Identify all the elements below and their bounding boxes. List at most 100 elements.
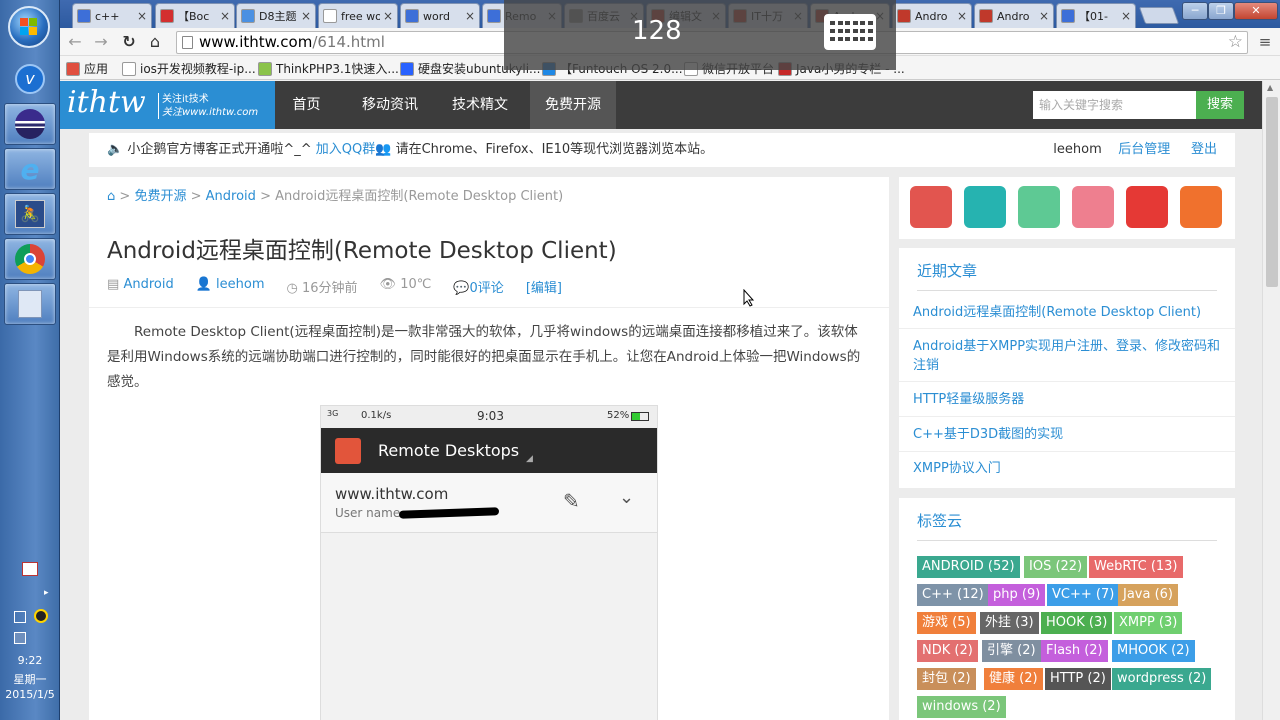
- taskbar-app-calculator[interactable]: [4, 283, 56, 325]
- tag-item[interactable]: HOOK (3): [1041, 612, 1113, 634]
- pinterest-icon[interactable]: [964, 186, 1006, 228]
- taskbar-app-vlite[interactable]: v: [4, 58, 56, 100]
- keyboard-icon[interactable]: [824, 14, 876, 50]
- clock-date[interactable]: 2015/1/5: [0, 688, 60, 701]
- browser-tab[interactable]: Andro ×: [974, 3, 1054, 28]
- home-icon[interactable]: ⌂: [107, 189, 115, 204]
- tab-close-icon[interactable]: ×: [301, 9, 311, 23]
- recent-post-3[interactable]: HTTP轻量级服务器: [913, 390, 1223, 409]
- clock-day[interactable]: 星期一: [0, 671, 60, 687]
- maximize-button[interactable]: ❐: [1208, 2, 1234, 20]
- weibo-icon[interactable]: [910, 186, 952, 228]
- tag-item[interactable]: IOS (22): [1024, 556, 1088, 578]
- clock-time[interactable]: 9:22: [0, 654, 60, 667]
- tag-item[interactable]: XMPP (3): [1114, 612, 1183, 634]
- taskbar-app-ie[interactable]: e: [4, 148, 56, 190]
- recent-post-4[interactable]: C++基于D3D截图的实现: [913, 425, 1223, 444]
- minimize-button[interactable]: ─: [1182, 2, 1208, 20]
- rss-icon[interactable]: [1180, 186, 1222, 228]
- browser-tab[interactable]: word ×: [400, 3, 480, 28]
- tray-keyboard-icon[interactable]: [22, 562, 38, 576]
- bookmark-item[interactable]: 应用: [66, 60, 108, 77]
- tab-favicon-icon: [160, 9, 174, 23]
- tag-item[interactable]: windows (2): [917, 696, 1006, 718]
- nav-home[interactable]: 首页: [275, 81, 338, 129]
- taskbar-app-cycling[interactable]: 🚴: [4, 193, 56, 235]
- tab-close-icon[interactable]: ×: [465, 9, 475, 23]
- search-input[interactable]: 输入关键字搜索: [1033, 91, 1196, 119]
- search-button[interactable]: 搜索: [1196, 91, 1244, 119]
- tab-title: c++: [95, 9, 120, 23]
- new-tab-button[interactable]: [1138, 7, 1180, 24]
- qq-icon[interactable]: [1126, 186, 1168, 228]
- browser-tab[interactable]: 【01- ×: [1056, 3, 1136, 28]
- bookmark-item[interactable]: ThinkPHP3.1快速入...: [258, 60, 399, 77]
- admin-link[interactable]: 后台管理: [1118, 142, 1170, 157]
- forward-icon[interactable]: →: [90, 32, 112, 52]
- site-logo[interactable]: ithtw 关注it技术 关注www.ithtw.com: [60, 81, 275, 129]
- recent-post-5[interactable]: XMPP协议入门: [913, 459, 1223, 478]
- taskbar-app-eclipse[interactable]: [4, 103, 56, 145]
- page-scrollbar[interactable]: ▲: [1262, 81, 1280, 720]
- bookmark-star-icon[interactable]: ☆: [1228, 32, 1243, 53]
- tag-item[interactable]: HTTP (2): [1045, 668, 1111, 690]
- tag-item[interactable]: 健康 (2): [984, 668, 1043, 690]
- tag-item[interactable]: VC++ (7): [1047, 584, 1120, 606]
- tag-item[interactable]: wordpress (2): [1112, 668, 1212, 690]
- browser-tab[interactable]: Andro ×: [892, 3, 972, 28]
- tag-item[interactable]: WebRTC (13): [1089, 556, 1183, 578]
- email-icon[interactable]: [1072, 186, 1114, 228]
- taskbar-app-chrome[interactable]: [4, 238, 56, 280]
- wechat-icon[interactable]: [1018, 186, 1060, 228]
- qq-group-link[interactable]: 加入QQ群: [316, 142, 375, 157]
- reload-icon[interactable]: ↻: [118, 32, 140, 52]
- scroll-thumb[interactable]: [1266, 97, 1278, 287]
- tag-item[interactable]: Flash (2): [1041, 640, 1108, 662]
- tray-network-icon[interactable]: [14, 611, 26, 623]
- close-window-button[interactable]: ✕: [1234, 2, 1278, 20]
- tag-item[interactable]: C++ (12): [917, 584, 989, 606]
- tag-item[interactable]: 引擎 (2): [982, 640, 1041, 662]
- article-author[interactable]: leehom: [216, 277, 264, 292]
- tab-close-icon[interactable]: ×: [1121, 9, 1131, 23]
- logout-link[interactable]: 登出: [1191, 142, 1217, 157]
- tab-close-icon[interactable]: ×: [220, 9, 230, 23]
- phone-time: 9:03: [477, 409, 504, 423]
- tab-close-icon[interactable]: ×: [957, 9, 967, 23]
- breadcrumb-category[interactable]: 免费开源: [134, 189, 186, 204]
- recent-post-2[interactable]: Android基于XMPP实现用户注册、登录、修改密码和注销: [913, 337, 1223, 375]
- bookmark-item[interactable]: ios开发视频教程-ip...: [122, 60, 256, 77]
- home-icon[interactable]: ⌂: [144, 32, 166, 52]
- nav-mobile-news[interactable]: 移动资讯: [355, 81, 425, 129]
- tab-close-icon[interactable]: ×: [137, 9, 147, 23]
- nav-open-source[interactable]: 免费开源: [530, 81, 616, 129]
- breadcrumb-subcategory[interactable]: Android: [206, 189, 256, 204]
- browser-tab[interactable]: free word×: [318, 3, 398, 28]
- tag-item[interactable]: 游戏 (5): [917, 612, 976, 634]
- article-category[interactable]: Android: [123, 277, 173, 292]
- article-comments[interactable]: 0评论: [470, 281, 504, 296]
- browser-tab[interactable]: c++ ×: [72, 3, 152, 28]
- tab-close-icon[interactable]: ×: [383, 9, 393, 23]
- tab-close-icon[interactable]: ×: [1039, 9, 1049, 23]
- tag-item[interactable]: MHOOK (2): [1112, 640, 1195, 662]
- start-button[interactable]: [8, 6, 50, 48]
- tray-display-icon[interactable]: [14, 632, 26, 644]
- recent-post-1[interactable]: Android远程桌面控制(Remote Desktop Client): [913, 303, 1223, 322]
- nav-tech-articles[interactable]: 技术精文: [445, 81, 515, 129]
- tag-item[interactable]: NDK (2): [917, 640, 978, 662]
- tag-item[interactable]: ANDROID (52): [917, 556, 1020, 578]
- tag-item[interactable]: 外挂 (3): [980, 612, 1039, 634]
- tag-item[interactable]: Java (6): [1118, 584, 1179, 606]
- edit-link[interactable]: [编辑]: [526, 277, 562, 296]
- tray-expand-icon[interactable]: ▸: [44, 588, 49, 598]
- back-icon[interactable]: ←: [64, 32, 86, 52]
- browser-tab[interactable]: D8主题 ×: [236, 3, 316, 28]
- menu-icon[interactable]: ≡: [1254, 32, 1276, 52]
- bookmark-label: ios开发视频教程-ip...: [140, 62, 256, 76]
- scroll-up-icon[interactable]: ▲: [1267, 83, 1273, 92]
- tag-item[interactable]: php (9): [988, 584, 1046, 606]
- tag-item[interactable]: 封包 (2): [917, 668, 976, 690]
- tray-qq-icon[interactable]: [34, 609, 48, 623]
- browser-tab[interactable]: 【Boc ×: [155, 3, 235, 28]
